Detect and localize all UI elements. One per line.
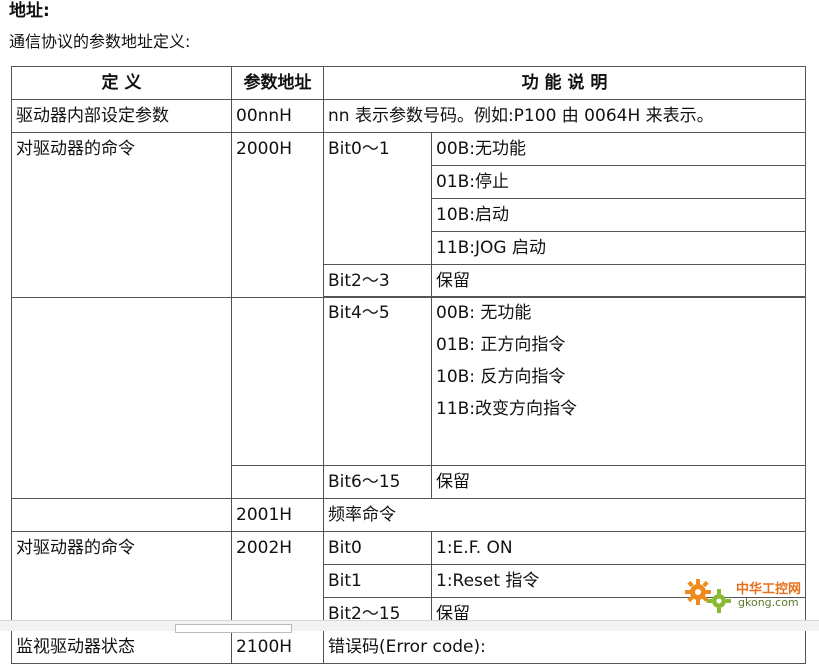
group1-address-cont	[231, 296, 324, 466]
group1-address-cont	[231, 465, 324, 499]
group3-address: 2100H	[231, 630, 324, 664]
header-description: 功 能 说 明	[323, 66, 806, 100]
group1-definition-cont	[11, 296, 232, 499]
table-row: Bit4～5 00B: 无功能 01B: 正方向指令 10B: 反方向指令 11…	[11, 296, 806, 499]
header-address: 参数地址	[231, 66, 324, 100]
group3-description: 错误码(Error code):	[323, 630, 806, 664]
bit-label: Bit2～3	[323, 264, 432, 298]
gear-icon	[707, 589, 731, 613]
group1-address2: 2001H	[231, 498, 324, 532]
row-description: nn 表示参数号码。例如:P100 由 0064H 来表示。	[323, 99, 806, 133]
bit-label: Bit0～1	[323, 132, 432, 265]
table-row: 监视驱动器状态 2100H 错误码(Error code):	[11, 630, 806, 664]
bit-value: 保留	[431, 465, 806, 499]
group2-definition: 对驱动器的命令	[11, 531, 232, 631]
toolbar-input[interactable]	[175, 624, 292, 633]
bit-values-block: 00B: 无功能 01B: 正方向指令 10B: 反方向指令 11B:改变方向指…	[431, 296, 806, 466]
header-definition: 定 义	[11, 66, 232, 100]
frequency-command: 频率命令	[323, 498, 806, 532]
watermark-en: gkong.com	[738, 596, 799, 609]
watermark-logo: 中华工控网 gkong.com	[684, 576, 814, 616]
table-row: 对驱动器的命令 2000H Bit0～1 00B:无功能	[11, 132, 806, 298]
group3-definition: 监视驱动器状态	[11, 630, 232, 664]
group2-address: 2002H	[231, 531, 324, 631]
bottom-toolbar	[0, 620, 819, 633]
bit-value: 10B:启动	[431, 198, 806, 232]
group1-address: 2000H	[231, 132, 324, 298]
address-definition-table: 定 义 参数地址 功 能 说 明 驱动器内部设定参数 00nnH nn 表示参数…	[11, 66, 806, 298]
bit-label: Bit0	[323, 531, 432, 565]
bit-value: 01B: 正方向指令	[436, 335, 566, 355]
row-address: 00nnH	[231, 99, 324, 133]
intro-text: 通信协议的参数地址定义:	[9, 32, 191, 51]
bit-value: 10B: 反方向指令	[436, 367, 566, 387]
table-row: 驱动器内部设定参数 00nnH nn 表示参数号码。例如:P100 由 0064…	[11, 99, 806, 133]
bit-label: Bit1	[323, 564, 432, 598]
table-header-row: 定 义 参数地址 功 能 说 明	[11, 66, 806, 100]
bit-value: 01B:停止	[431, 165, 806, 199]
bit-value: 00B: 无功能	[436, 303, 532, 323]
bit-value: 保留	[431, 264, 806, 298]
group1-definition: 对驱动器的命令	[11, 132, 232, 298]
table-row: 2001H 频率命令	[11, 498, 806, 532]
watermark-cn: 中华工控网	[736, 582, 802, 597]
bit-label: Bit6～15	[323, 465, 432, 499]
group1-definition-cont	[11, 498, 232, 532]
row-definition: 驱动器内部设定参数	[11, 99, 232, 133]
section-heading: 地址:	[9, 1, 50, 21]
table-row: 对驱动器的命令 2002H Bit0 1:E.F. ON	[11, 531, 806, 631]
bit-label: Bit4～5	[323, 296, 432, 466]
bit-value: 11B:JOG 启动	[431, 231, 806, 265]
bit-value: 00B:无功能	[431, 132, 806, 166]
bit-value: 11B:改变方向指令	[436, 399, 578, 419]
bit-value: 1:E.F. ON	[431, 531, 806, 565]
